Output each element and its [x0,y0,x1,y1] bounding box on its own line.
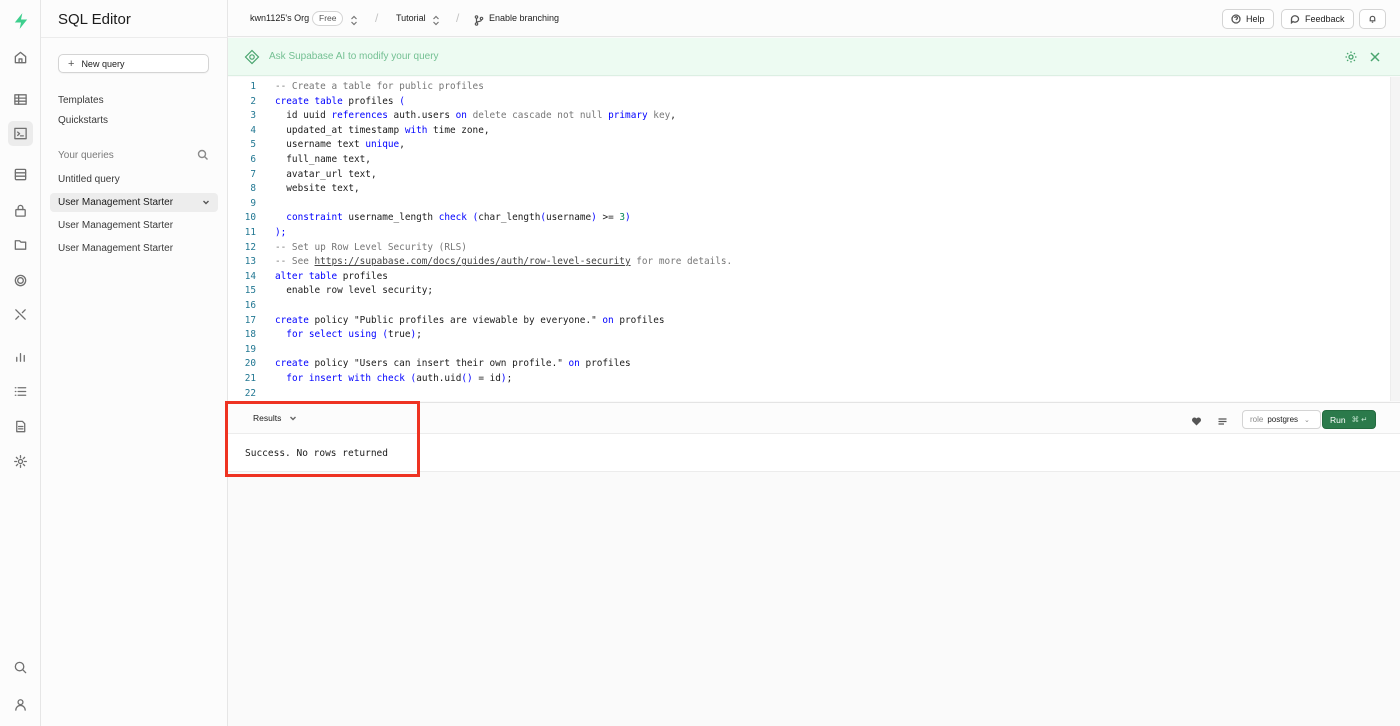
project-selector[interactable]: Tutorial [396,13,426,23]
close-icon[interactable] [1368,50,1382,64]
role-selector[interactable]: role postgres ⌄ [1242,410,1321,429]
code-editor[interactable]: 1 -- Create a table for public profiles 2… [228,77,1390,401]
api-docs-icon[interactable] [8,414,33,439]
results-toolbar: Results role postgres ⌄ Run ⌘ ↵ [228,402,1400,434]
query-item-label: User Management Starter [58,197,174,208]
realtime-icon[interactable] [8,268,33,293]
settings-icon[interactable] [8,449,33,474]
chevron-down-icon [290,416,297,421]
sidebar-divider [41,37,228,38]
role-value: postgres [1267,415,1299,424]
sql-editor-sidebar: SQL Editor + New query Templates Quickst… [41,0,228,726]
breadcrumb-separator: / [456,11,460,25]
new-query-label: New query [81,58,125,69]
results-tab[interactable]: Results [253,413,297,423]
enable-branching-button[interactable]: Enable branching [489,13,559,23]
ai-sparkle-icon [244,49,260,65]
git-branch-icon [474,13,484,26]
ai-prompt-input[interactable]: Ask Supabase AI to modify your query [269,51,439,62]
query-item-untitled[interactable]: Untitled query [50,170,218,189]
icon-rail [0,0,41,726]
editor-scrollbar[interactable] [1390,77,1400,401]
help-icon [1231,14,1241,24]
chevron-down-icon[interactable] [201,197,211,207]
chevron-up-down-icon[interactable] [432,13,440,26]
result-message: Success. No rows returned [245,448,388,459]
table-editor-icon[interactable] [8,87,33,112]
sql-editor-icon[interactable] [8,121,33,146]
query-item-selected[interactable]: User Management Starter [50,193,218,212]
supabase-logo-icon[interactable] [8,8,33,33]
results-tab-label: Results [253,413,282,423]
help-button[interactable]: Help [1222,9,1274,29]
run-shortcut: ⌘ ↵ [1351,415,1368,424]
ai-assistant-bar[interactable]: Ask Supabase AI to modify your query [228,38,1400,76]
notifications-button[interactable] [1359,9,1386,29]
authentication-icon[interactable] [8,198,33,223]
plus-icon: + [68,57,75,70]
logs-icon[interactable] [8,379,33,404]
chat-bubble-icon [1290,15,1300,24]
ai-settings-icon[interactable] [1344,50,1358,64]
app: SQL Editor + New query Templates Quickst… [0,0,1400,726]
database-icon[interactable] [8,162,33,187]
run-button[interactable]: Run ⌘ ↵ [1322,410,1376,429]
query-item[interactable]: User Management Starter [50,239,218,258]
storage-icon[interactable] [8,232,33,257]
results-panel: Success. No rows returned [228,434,1400,472]
feedback-button[interactable]: Feedback [1281,9,1354,29]
query-item[interactable]: User Management Starter [50,216,218,235]
new-query-button[interactable]: + New query [58,54,209,73]
chevron-down-icon: ⌄ [1304,416,1310,424]
org-selector[interactable]: kwn1125's Org [250,13,309,23]
plan-badge: Free [312,11,344,26]
your-queries-label: Your queries [58,150,114,161]
sidebar-title: SQL Editor [58,11,131,28]
reports-icon[interactable] [8,344,33,369]
templates-link[interactable]: Templates [58,95,104,106]
role-label: role [1250,415,1264,424]
help-label: Help [1246,14,1265,24]
format-lines-icon[interactable] [1217,414,1228,425]
top-bar: kwn1125's Org Free / Tutorial / Enable b… [228,0,1400,37]
home-icon[interactable] [8,45,33,70]
edge-functions-icon[interactable] [8,302,33,327]
breadcrumb-separator: / [375,11,379,25]
run-label: Run [1330,414,1346,425]
bell-icon [1369,15,1376,23]
search-icon[interactable] [8,655,33,680]
favorite-heart-icon[interactable] [1191,414,1202,426]
search-queries-icon[interactable] [197,148,209,160]
chevron-up-down-icon[interactable] [350,13,358,26]
feedback-label: Feedback [1305,14,1345,24]
user-account-icon[interactable] [8,692,33,717]
quickstarts-link[interactable]: Quickstarts [58,115,108,126]
